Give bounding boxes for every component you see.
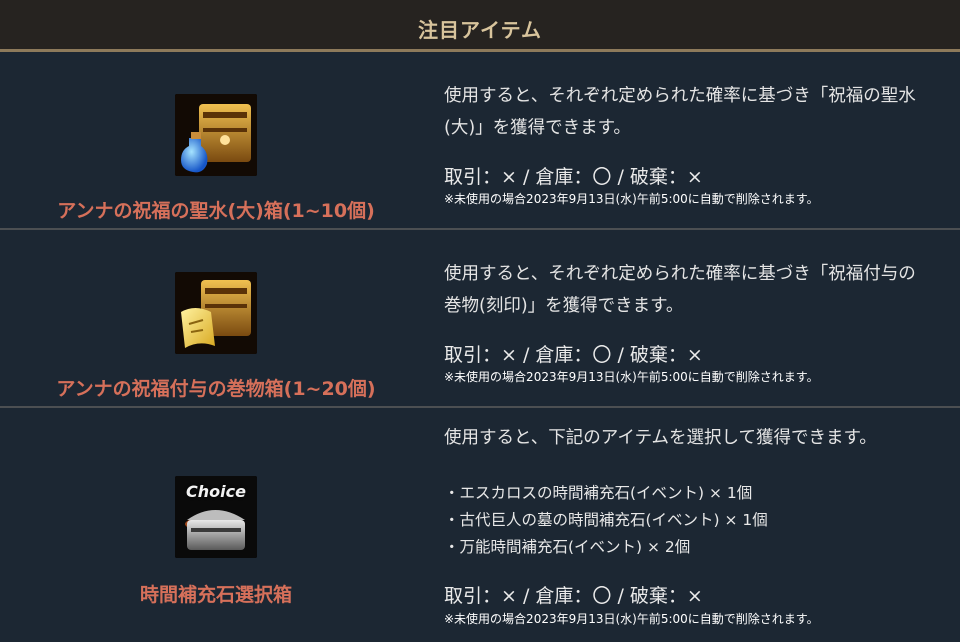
item-name: アンナの祝福付与の巻物箱(1~20個)	[56, 378, 376, 400]
item-details: 使用すると、それぞれ定められた確率に基づき「祝福付与の 巻物(刻印)」を獲得でき…	[432, 230, 960, 406]
list-item: ・エスカロスの時間補充石(イベント) × 1個	[444, 484, 753, 502]
item-name: 時間補充石選択箱	[139, 584, 292, 606]
description-line: 使用すると、それぞれ定められた確率に基づき「祝福付与の	[444, 264, 916, 284]
item-description: 使用すると、下記のアイテムを選択して獲得できます。	[444, 422, 954, 454]
trade-restrictions: 取引：× / 倉庫：〇 / 破棄：×	[444, 166, 703, 188]
expiry-note: ※未使用の場合2023年9月13日(水)午前5:00に自動で削除されます。	[444, 370, 819, 384]
trade-restrictions: 取引：× / 倉庫：〇 / 破棄：×	[444, 585, 703, 607]
treasure-chest-scroll-icon	[175, 272, 257, 354]
description-line: 巻物(刻印)」を獲得できます。	[444, 296, 684, 316]
section-header: 注目アイテム	[0, 0, 960, 52]
choice-label: Choice	[186, 482, 246, 501]
item-row: アンナの祝福付与の巻物箱(1~20個) 使用すると、それぞれ定められた確率に基づ…	[0, 230, 960, 408]
item-name: アンナの祝福の聖水(大)箱(1~10個)	[57, 200, 375, 222]
item-details: 使用すると、下記のアイテムを選択して獲得できます。 ・エスカロスの時間補充石(イ…	[432, 408, 960, 642]
item-visual: アンナの祝福の聖水(大)箱(1~10個)	[0, 52, 432, 228]
trade-restrictions: 取引：× / 倉庫：〇 / 破棄：×	[444, 344, 703, 366]
item-row: Choice 時間補充石選択箱 使用すると、下記のアイテムを選択して獲得できます…	[0, 408, 960, 642]
expiry-note: ※未使用の場合2023年9月13日(水)午前5:00に自動で削除されます。	[444, 612, 819, 626]
list-item: ・古代巨人の墓の時間補充石(イベント) × 1個	[444, 511, 768, 529]
item-row: アンナの祝福の聖水(大)箱(1~10個) 使用すると、それぞれ定められた確率に基…	[0, 52, 960, 230]
list-item: ・万能時間補充石(イベント) × 2個	[444, 538, 691, 556]
description-line: 使用すると、それぞれ定められた確率に基づき「祝福の聖水	[444, 86, 916, 106]
description-line: 使用すると、下記のアイテムを選択して獲得できます。	[444, 428, 877, 448]
item-details: 使用すると、それぞれ定められた確率に基づき「祝福の聖水 (大)」を獲得できます。…	[432, 52, 960, 228]
item-description: 使用すると、それぞれ定められた確率に基づき「祝福付与の 巻物(刻印)」を獲得でき…	[444, 258, 954, 322]
section-title: 注目アイテム	[418, 18, 542, 42]
reward-list: ・エスカロスの時間補充石(イベント) × 1個 ・古代巨人の墓の時間補充石(イベ…	[444, 480, 768, 561]
choice-chest-icon: Choice	[175, 476, 257, 558]
item-visual: アンナの祝福付与の巻物箱(1~20個)	[0, 230, 432, 406]
item-description: 使用すると、それぞれ定められた確率に基づき「祝福の聖水 (大)」を獲得できます。	[444, 80, 954, 144]
description-line: (大)」を獲得できます。	[444, 118, 631, 138]
expiry-note: ※未使用の場合2023年9月13日(水)午前5:00に自動で削除されます。	[444, 192, 819, 206]
item-visual: Choice 時間補充石選択箱	[0, 408, 432, 642]
treasure-chest-potion-icon	[175, 94, 257, 176]
